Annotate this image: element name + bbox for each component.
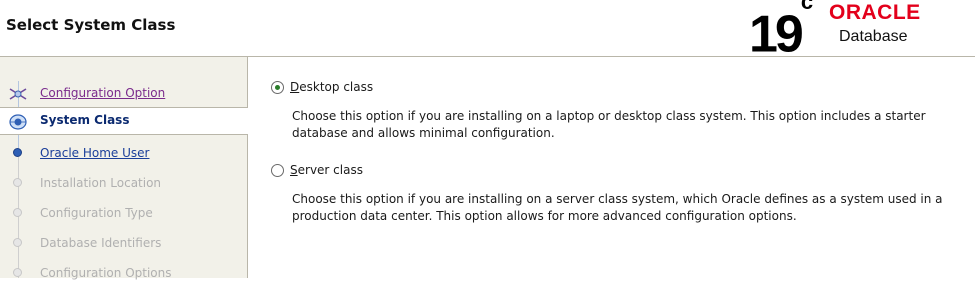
step-node-icon bbox=[13, 178, 22, 187]
oracle-wordmark: ORACLE bbox=[829, 1, 921, 24]
server-class-radio[interactable] bbox=[271, 164, 284, 177]
sidebar-item-label: Configuration Option bbox=[40, 86, 166, 100]
version-suffix: c bbox=[800, 0, 814, 14]
server-class-description: Choose this option if you are installing… bbox=[292, 192, 943, 223]
sidebar-item-oracle-home-user[interactable]: Oracle Home User bbox=[0, 140, 248, 166]
sidebar-item-label: Installation Location bbox=[40, 176, 162, 190]
oracle-database-logo: 19c ORACLE Database bbox=[745, 0, 975, 62]
database-wordmark: Database bbox=[839, 28, 908, 45]
sidebar-item-label: Oracle Home User bbox=[40, 146, 150, 160]
step-node-icon bbox=[13, 268, 22, 277]
step-node-icon bbox=[13, 148, 22, 157]
sidebar-item-label: Database Identifiers bbox=[40, 236, 162, 250]
desktop-class-label[interactable]: Desktop class bbox=[290, 80, 373, 94]
option-label-text: erver class bbox=[297, 163, 363, 177]
step-node-icon bbox=[13, 208, 22, 217]
wizard-steps-sidebar: Configuration Option System Class Oracle… bbox=[0, 57, 248, 280]
sidebar-item-database-identifiers: Database Identifiers bbox=[0, 230, 248, 256]
step-node-icon bbox=[13, 238, 22, 247]
sidebar-item-label: System Class bbox=[40, 113, 130, 127]
current-step-icon bbox=[8, 113, 28, 131]
sidebar-item-configuration-type: Configuration Type bbox=[0, 200, 248, 226]
sidebar-item-system-class[interactable]: System Class bbox=[0, 107, 248, 135]
tools-icon bbox=[8, 85, 28, 101]
sidebar-item-installation-location: Installation Location bbox=[0, 170, 248, 196]
mnemonic-letter: D bbox=[290, 80, 300, 94]
header-bar: Select System Class 19c ORACLE Database bbox=[0, 0, 975, 62]
sidebar-item-configuration-option[interactable]: Configuration Option bbox=[0, 80, 248, 106]
option-label-text: esktop class bbox=[299, 80, 374, 94]
main-content: Desktop class Choose this option if you … bbox=[249, 57, 975, 278]
version-number: 19 bbox=[749, 5, 804, 64]
sidebar-item-label: Configuration Type bbox=[40, 206, 153, 220]
version-badge: 19c bbox=[749, 0, 813, 62]
page-title: Select System Class bbox=[6, 16, 176, 34]
desktop-class-description: Choose this option if you are installing… bbox=[292, 109, 926, 140]
mnemonic-letter: S bbox=[290, 163, 298, 177]
server-class-label[interactable]: Server class bbox=[290, 163, 363, 177]
sidebar-item-configuration-options: Configuration Options bbox=[0, 260, 248, 286]
desktop-class-radio[interactable] bbox=[271, 81, 284, 94]
